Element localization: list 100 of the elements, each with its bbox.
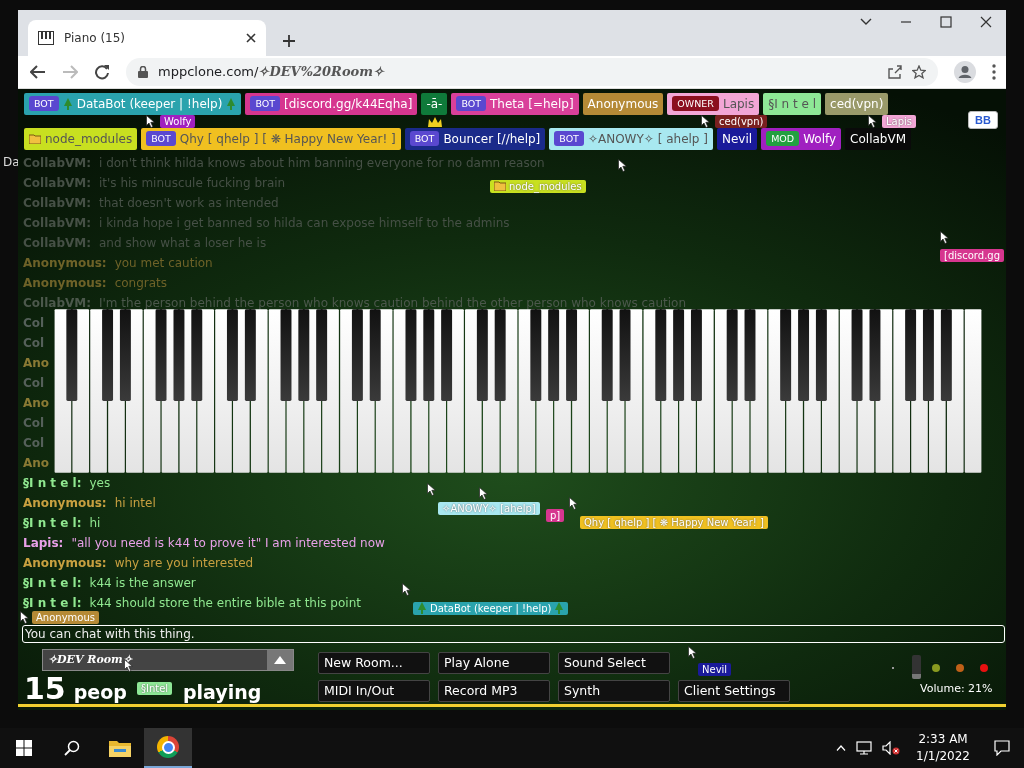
taskbar-app[interactable] [144,728,192,768]
notification-icon[interactable] [994,740,1010,756]
chevron-down-icon[interactable] [860,18,872,26]
user-name: Qhy [ qhelp ] [ ❋ Happy New Year! ] [179,131,396,146]
user-tag[interactable]: OWNER Lapis [667,92,760,115]
corner-button[interactable]: BB [968,110,998,129]
user-tag[interactable]: BOT ✧ANOWY✧ [ ahelp ] [549,127,713,150]
muted-speaker-icon[interactable] [882,741,901,755]
share-icon[interactable] [888,64,902,79]
folder-icon [29,133,41,144]
player-count: 15 [24,670,66,706]
clock-time[interactable]: 2:33 AM [918,731,968,748]
chat-message: CollabVM: I'm the person behind the person who knows caution behind the other person who knows caution [23,294,687,312]
clock-date[interactable]: 1/1/2022 [916,748,970,765]
user-tag[interactable]: MOD Wolfy [761,127,842,150]
chat-message: Ano [23,394,50,412]
menu-icon[interactable] [992,63,996,80]
user-name: ced(vpn) [830,96,884,111]
role-badge: BOT [146,131,176,147]
tree-icon [554,602,565,615]
cursor-name-label: DataBot (keeper | !help) [413,601,569,615]
network-icon[interactable] [856,741,873,755]
role-badge: MOD [766,131,800,147]
piano-keyboard-drawing[interactable] [54,308,982,473]
user-name: -ā- [426,96,443,111]
cursor-name-label: Lapis [882,114,917,128]
user-name: Nevil [722,131,753,146]
reload-icon[interactable] [94,63,110,80]
chat-message: Anonymous: hi intel [23,494,156,512]
chat-message: Col [23,414,45,432]
control-button[interactable]: Synth [558,679,670,702]
role-badge: BOT [250,96,281,112]
user-name: Wolfy [803,131,837,146]
cursor-icon [479,486,488,500]
user-tag[interactable]: Nevil [717,127,758,150]
crown-icon [428,116,442,127]
role-badge: BOT [29,96,59,112]
user-name: Bouncer [//help] [443,131,541,146]
back-icon[interactable] [30,63,46,80]
chat-message: §I n t e l: k44 is the answer [23,574,196,592]
cursor-name-label: Qhy [ qhelp ] [ ❋ Happy New Year! ] [580,515,768,529]
dot-mark [892,666,894,669]
cursor-name-label: Anonymous [32,610,99,624]
chat-input-field[interactable]: You can chat with this thing. [22,624,1005,643]
user-tag[interactable]: BOT Qhy [ qhelp ] [ ❋ Happy New Year! ] [141,127,401,150]
chat-message: CollabVM: it's his minuscule fucking brain [23,174,286,192]
close-icon[interactable] [246,32,256,43]
control-button[interactable]: Sound Select [558,651,670,674]
control-button[interactable]: Play Alone [438,651,550,674]
user-name: CollabVM [850,131,906,146]
profile-icon[interactable] [954,60,976,83]
user-name: node_modules [45,131,133,146]
user-tag[interactable]: BOT DataBot (keeper | !help) [24,92,242,115]
maximize-icon[interactable] [940,16,952,28]
chat-message: Anonymous: congrats [23,274,168,292]
cursor-name-label: ✧ANOWY✧ [ahelp] [438,501,540,515]
chat-message: Col [23,434,45,452]
user-tag[interactable]: BOT Theta [=help] [451,92,579,115]
user-name: Theta [=help] [490,96,574,111]
user-tag[interactable]: BOT [discord.gg/k44Eqha] [245,92,418,115]
cursor-icon [868,114,877,128]
star-icon[interactable] [912,64,926,79]
close-icon[interactable] [980,16,992,28]
chevron-up-icon[interactable] [836,745,847,751]
cursor-icon [402,582,411,596]
control-button[interactable]: New Room... [318,651,430,674]
user-name: Lapis [722,96,755,111]
player-count-text: playing [182,680,262,703]
user-tag[interactable]: §I n t e l [763,92,822,115]
user-tag[interactable]: node_modules [24,127,138,150]
address-bar[interactable]: mppclone.com/✧DEV%20Room✧ [126,57,938,86]
tree-icon [62,97,73,110]
tree-icon [417,602,427,615]
chat-message: Anonymous: why are you interested [23,554,254,572]
room-select[interactable]: ✧DEV Room✧ [42,648,294,671]
lock-icon [138,65,148,78]
role-badge: BOT [409,131,440,147]
user-tag[interactable]: CollabVM [845,127,911,150]
chrome-icon [157,736,179,758]
user-tag[interactable]: -ā- [421,92,448,115]
cursor-icon [618,158,627,172]
control-button[interactable]: Client Settings [678,679,790,702]
cursor-name-label: [discord.gg [940,248,1004,262]
search-icon [64,740,80,756]
cursor-icon [427,482,436,496]
user-name: Anonymous [587,96,659,111]
user-tag[interactable]: BOT Bouncer [//help] [404,127,546,150]
cursor-name-label: §Intel [137,681,173,695]
new-tab-icon[interactable] [282,33,296,48]
role-badge: BOT [456,96,487,112]
control-button[interactable]: Record MP3 [438,679,550,702]
browser-tab[interactable]: Piano (15) [28,19,266,56]
user-name: §I n t e l [768,96,817,111]
volume-slider[interactable] [912,654,921,679]
user-name: DataBot (keeper | !help) [76,96,223,111]
cursor-icon [940,230,949,244]
up-arrow-icon [274,655,286,664]
tree-icon [226,97,237,110]
user-name: [discord.gg/k44Eqha] [284,96,413,111]
control-button[interactable]: MIDI In/Out [318,679,430,702]
